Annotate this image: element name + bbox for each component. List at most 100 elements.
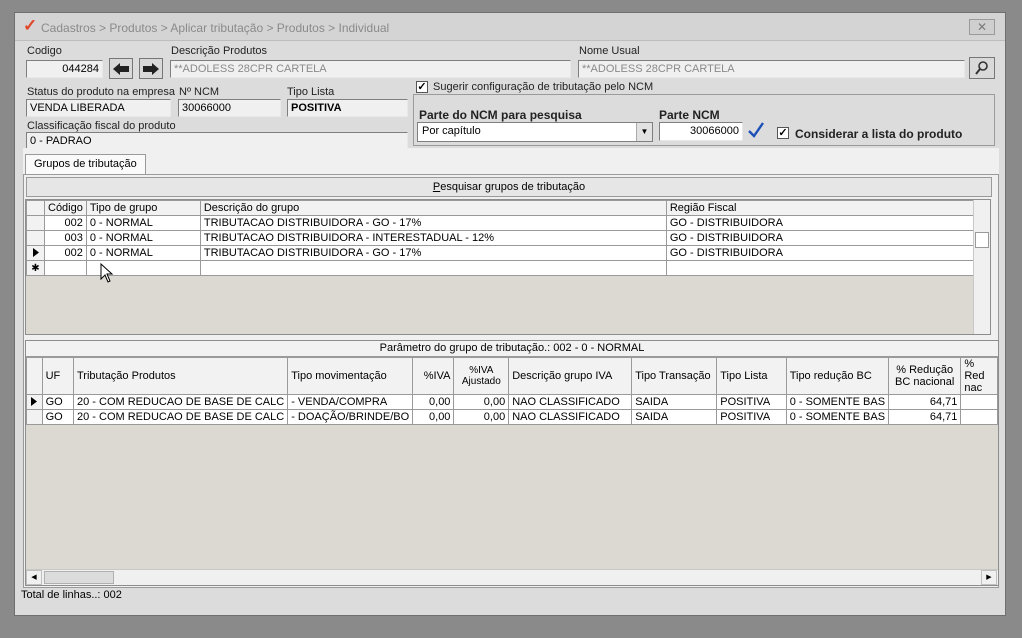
current-row-indicator[interactable]: [26, 394, 43, 410]
cell-regiao-fiscal[interactable]: GO - DISTRIBUIDORA: [665, 230, 975, 246]
column-header-tipo-grupo[interactable]: Tipo de grupo: [85, 200, 201, 216]
cell-descricao-grupo[interactable]: TRIBUTACAO DISTRIBUIDORA - GO - 17%: [199, 215, 667, 231]
table-row[interactable]: 003 0 - NORMAL TRIBUTACAO DISTRIBUIDORA …: [26, 230, 975, 246]
cell-codigo[interactable]: 003: [44, 230, 87, 246]
descricao-field[interactable]: **ADOLESS 28CPR CARTELA: [170, 60, 571, 78]
cell-uf[interactable]: GO: [41, 409, 74, 425]
cell-grupo-iva[interactable]: NAO CLASSIFICADO: [508, 394, 633, 410]
arrow-right-icon: [143, 62, 159, 75]
scroll-thumb[interactable]: [44, 571, 114, 584]
cell-reducao-nacional[interactable]: 64,71: [888, 409, 962, 425]
cell-lista[interactable]: POSITIVA: [716, 409, 787, 425]
pesquisar-grupos-button[interactable]: Pesquisar grupos de tributação: [26, 177, 992, 197]
parametros-grid: Parâmetro do grupo de tributação.: 002 -…: [25, 340, 999, 586]
column-header-red-nac[interactable]: % Red nac: [960, 357, 998, 395]
cell-codigo[interactable]: 002: [44, 245, 87, 261]
column-header-codigo[interactable]: Código: [44, 200, 87, 216]
grupos-header-row: Código Tipo de grupo Descrição do grupo …: [26, 200, 975, 216]
column-header-tipo-lista[interactable]: Tipo Lista: [716, 357, 787, 395]
new-cell[interactable]: [199, 260, 667, 276]
triangle-right-icon: [32, 247, 39, 257]
parametros-horizontal-scrollbar[interactable]: ◀ ▶: [26, 569, 998, 585]
row-selector-header: [26, 200, 45, 216]
column-header-descricao-grupo[interactable]: Descrição do grupo: [199, 200, 667, 216]
search-button[interactable]: [969, 57, 995, 79]
cell-movimentacao[interactable]: - DOAÇÃO/BRINDE/BO: [287, 409, 414, 425]
cell-descricao-grupo[interactable]: TRIBUTACAO DISTRIBUIDORA - INTERESTADUAL…: [199, 230, 667, 246]
current-row-indicator[interactable]: [26, 245, 45, 261]
close-button[interactable]: ✕: [969, 19, 995, 35]
window-title: Cadastros > Produtos > Aplicar tributaçã…: [41, 21, 390, 35]
cell-iva-ajustado[interactable]: 0,00: [453, 394, 510, 410]
cell-tributacao[interactable]: 20 - COM REDUCAO DE BASE DE CALC: [72, 394, 289, 410]
column-header-reducao-bc-nacional[interactable]: % Redução BC nacional: [888, 357, 962, 395]
cell-red-nac[interactable]: [960, 409, 998, 425]
cell-descricao-grupo[interactable]: TRIBUTACAO DISTRIBUIDORA - GO - 17%: [199, 245, 667, 261]
scroll-right-button[interactable]: ▶: [981, 570, 997, 585]
next-button[interactable]: [139, 58, 163, 79]
cell-regiao-fiscal[interactable]: GO - DISTRIBUIDORA: [665, 215, 975, 231]
sugerir-label: Sugerir configuração de tributação pelo …: [433, 81, 654, 93]
pesquisar-label: esquisar grupos de tributação: [440, 181, 586, 193]
checkmark-icon: [748, 122, 764, 138]
cell-reducao[interactable]: 0 - SOMENTE BAS: [785, 409, 890, 425]
new-row[interactable]: ✱: [26, 260, 975, 276]
scroll-left-button[interactable]: ◀: [26, 570, 42, 585]
new-cell[interactable]: [665, 260, 975, 276]
cell-transacao[interactable]: SAIDA: [631, 409, 718, 425]
chevron-down-icon: ▼: [636, 123, 652, 141]
confirm-button[interactable]: [746, 120, 766, 142]
cell-tipo-grupo[interactable]: 0 - NORMAL: [85, 230, 201, 246]
parte-ncm-pesquisa-select[interactable]: Por capítulo ▼: [417, 122, 653, 142]
nome-usual-field[interactable]: **ADOLESS 28CPR CARTELA: [578, 60, 965, 78]
cell-red-nac[interactable]: [960, 394, 998, 410]
cell-tipo-grupo[interactable]: 0 - NORMAL: [85, 215, 201, 231]
row-selector[interactable]: [26, 230, 45, 246]
column-header-iva[interactable]: %IVA: [412, 357, 455, 395]
cell-uf[interactable]: GO: [41, 394, 74, 410]
column-header-tipo-movimentacao[interactable]: Tipo movimentação: [287, 357, 414, 395]
row-selector[interactable]: [26, 215, 45, 231]
scroll-thumb[interactable]: [975, 232, 989, 248]
cell-iva[interactable]: 0,00: [412, 409, 455, 425]
considerar-label: Considerar a lista do produto: [795, 127, 963, 141]
new-cell[interactable]: [44, 260, 87, 276]
cell-codigo[interactable]: 002: [44, 215, 87, 231]
column-header-descricao-grupo-iva[interactable]: Descrição grupo IVA: [508, 357, 633, 395]
tab-grupos-tributacao[interactable]: Grupos de tributação: [25, 154, 146, 174]
status-field: VENDA LIBERADA: [26, 99, 171, 117]
previous-button[interactable]: [109, 58, 133, 79]
column-header-uf[interactable]: UF: [41, 357, 74, 395]
column-header-tipo-reducao-bc[interactable]: Tipo redução BC: [785, 357, 890, 395]
cell-iva[interactable]: 0,00: [412, 394, 455, 410]
column-header-regiao-fiscal[interactable]: Região Fiscal: [665, 200, 975, 216]
table-row-current[interactable]: 002 0 - NORMAL TRIBUTACAO DISTRIBUIDORA …: [26, 245, 975, 261]
grupos-vertical-scrollbar[interactable]: [973, 200, 990, 334]
row-selector[interactable]: [26, 409, 43, 425]
cell-movimentacao[interactable]: - VENDA/COMPRA: [287, 394, 414, 410]
cell-reducao-nacional[interactable]: 64,71: [888, 394, 962, 410]
title-bar: ✓ Cadastros > Produtos > Aplicar tributa…: [15, 13, 1005, 41]
table-row[interactable]: 002 0 - NORMAL TRIBUTACAO DISTRIBUIDORA …: [26, 215, 975, 231]
column-header-iva-ajustado[interactable]: %IVA Ajustado: [453, 357, 510, 395]
triangle-right-icon: [31, 396, 38, 406]
cell-iva-ajustado[interactable]: 0,00: [453, 409, 510, 425]
table-row[interactable]: GO 20 - COM REDUCAO DE BASE DE CALC - DO…: [26, 409, 998, 425]
table-row-current[interactable]: GO 20 - COM REDUCAO DE BASE DE CALC - VE…: [26, 394, 998, 410]
parte-ncm-pesquisa-value: Por capítulo: [422, 125, 481, 137]
sugerir-checkbox[interactable]: ✓: [416, 81, 428, 93]
cell-grupo-iva[interactable]: NAO CLASSIFICADO: [508, 409, 633, 425]
cell-tributacao[interactable]: 20 - COM REDUCAO DE BASE DE CALC: [72, 409, 289, 425]
parte-ncm-label: Parte NCM: [659, 108, 720, 122]
column-header-tipo-transacao[interactable]: Tipo Transação: [631, 357, 718, 395]
column-header-tributacao[interactable]: Tributação Produtos: [72, 357, 289, 395]
cell-regiao-fiscal[interactable]: GO - DISTRIBUIDORA: [665, 245, 975, 261]
cell-tipo-grupo[interactable]: 0 - NORMAL: [85, 245, 201, 261]
cell-reducao[interactable]: 0 - SOMENTE BAS: [785, 394, 890, 410]
cell-transacao[interactable]: SAIDA: [631, 394, 718, 410]
codigo-field[interactable]: 044284: [26, 60, 103, 78]
cell-lista[interactable]: POSITIVA: [716, 394, 787, 410]
parte-ncm-field[interactable]: 30066000: [659, 122, 743, 141]
considerar-checkbox[interactable]: ✓: [777, 127, 789, 139]
ncm-field: 30066000: [178, 99, 281, 117]
